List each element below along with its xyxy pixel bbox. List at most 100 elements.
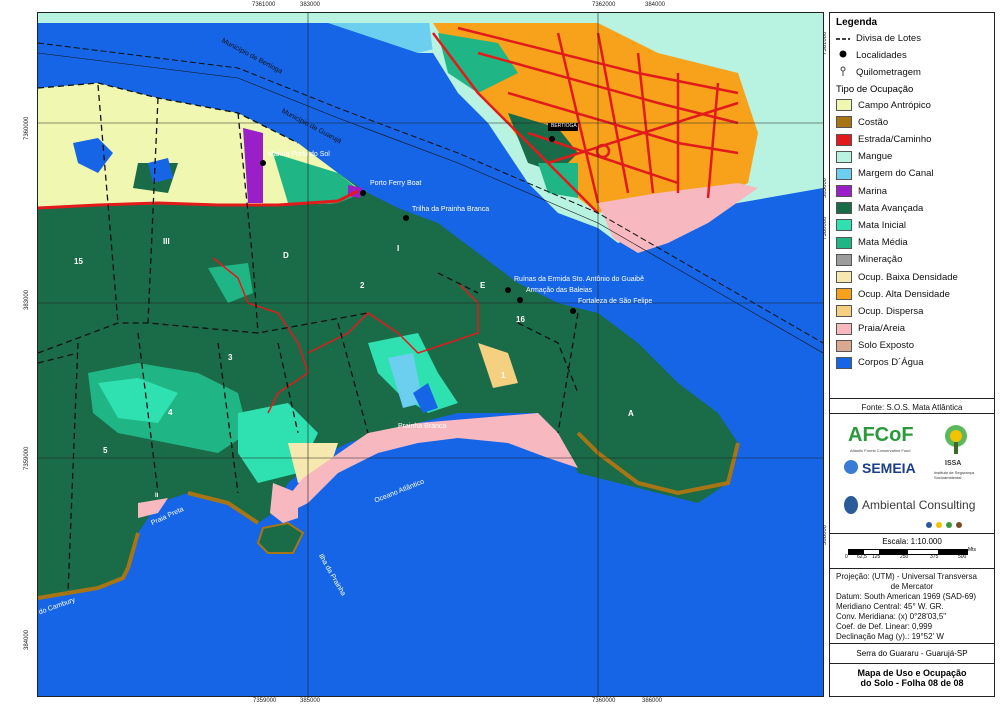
scale-unit: Mts: [968, 547, 977, 553]
zone-label: 4: [168, 408, 173, 417]
legend-item: Ocup. Baixa Densidade: [836, 268, 994, 285]
legend-item: Solo Exposto: [836, 337, 994, 354]
fonte-text: Fonte: S.O.S. Mata Atlântica: [861, 403, 963, 412]
legend-item-label: Ocup. Alta Densidade: [858, 288, 950, 300]
legend-item: Marina: [836, 183, 994, 200]
zone-label: III: [163, 237, 170, 246]
zone-label: 16: [516, 315, 525, 324]
grid-tick-bottom: 386000: [642, 698, 663, 704]
zone-label: II: [155, 493, 159, 499]
scale-tick: 375: [930, 554, 939, 560]
legend-swatch: [836, 288, 852, 301]
legend-item-label: Ocup. Baixa Densidade: [858, 271, 958, 283]
legend-symbol-row: Localidades: [836, 47, 994, 64]
legend-symbol-row: Divisa de Lotes: [836, 30, 994, 47]
tipo-ocupacao-title: Tipo de Ocupação: [836, 83, 914, 95]
legend-item-label: Solo Exposto: [858, 340, 914, 352]
ambiental-logo-icon: [844, 496, 858, 514]
scale-area: Escala: 1:10.000 0 62,5 125 250 375 500 …: [830, 533, 994, 566]
afcof-logo: AFCoF: [848, 424, 914, 446]
legend-panel: Legenda Divisa de Lotes Localidades Quil…: [829, 12, 995, 697]
margem-canal: [38, 23, 458, 53]
grid-tick-top: 383000: [300, 2, 321, 8]
legend-item-label: Mata Inicial: [858, 219, 907, 231]
grid-tick-left: 384000: [24, 629, 30, 650]
projecao-line: Conv. Meridiana: (x) 0°28'03,5": [836, 612, 947, 621]
zone-label: D: [283, 251, 289, 260]
legend-item: Mata Avançada: [836, 200, 994, 217]
legend-item: Mangue: [836, 148, 994, 165]
map-sheet: 7361000 383000 7362000 384000 7359000 38…: [0, 0, 1000, 708]
legend-item: Ocup. Dispersa: [836, 303, 994, 320]
legend-item-label: Marina: [858, 185, 888, 197]
legend-swatch: [836, 99, 852, 112]
armacao-label: Armação das Baleias: [526, 287, 593, 294]
issa-label: ISSA: [945, 460, 962, 467]
zone-label: A: [628, 409, 634, 418]
scale-tick: 0: [845, 554, 848, 560]
legend-item-label: Praia/Areia: [858, 323, 905, 335]
legend-item-label: Margem do Canal: [858, 168, 934, 180]
grid-tick-bottom: 7359000: [253, 698, 277, 704]
projecao-line: Datum: South American 1969 (SAD-69): [836, 592, 977, 601]
bertioga-town-label: BERTIOGA: [551, 123, 577, 129]
legend-item: Mata Inicial: [836, 217, 994, 234]
legend-swatch: [836, 219, 852, 232]
scale-tick: 250: [900, 554, 909, 560]
legend-item: Estrada/Caminho: [836, 131, 994, 148]
issa-logo-icon: [940, 422, 972, 462]
grid-tick-top: 7362000: [592, 2, 616, 8]
zone-label: 15: [74, 257, 83, 266]
map-canvas: [38, 13, 823, 696]
ilha-da-prainha: [256, 521, 305, 554]
legend-swatch: [836, 322, 852, 335]
km-marker-icon: [836, 66, 850, 79]
legend-item-label: Mineração: [858, 254, 903, 266]
projection-info: Projeção: (UTM) - Universal Transversa d…: [830, 568, 994, 644]
projecao-line: Meridiano Central: 45° W. GR.: [836, 602, 944, 611]
legend-item-label: Ocup. Dispersa: [858, 305, 924, 317]
trilha-label: Trilha da Prainha Branca: [412, 206, 490, 213]
map-title-block: Mapa de Uso e Ocupação do Solo - Folha 0…: [830, 663, 994, 697]
legend-item: Mineração: [836, 251, 994, 268]
legend-item-label: Mata Avançada: [858, 202, 924, 214]
afcof-subtitle: Atlantic Forest Conservation Fund: [850, 448, 911, 453]
legend-symbol-label: Divisa de Lotes: [856, 33, 921, 45]
legend-item: Mata Média: [836, 234, 994, 251]
projecao-line: Declinação Mag (y).: 19°52' W: [836, 632, 944, 641]
map-title-line: do Solo - Folha 08 de 08: [860, 678, 964, 688]
legend-swatch: [836, 116, 852, 129]
legend-swatch: [836, 271, 852, 284]
legend-item-label: Mangue: [858, 151, 893, 163]
semeia-logo: SEMEIA: [862, 460, 916, 476]
grid-tick-left: 7359000: [24, 446, 30, 470]
grid-tick-left: 383000: [24, 289, 30, 310]
grid-tick-bottom: 7360000: [592, 698, 616, 704]
grid-tick-top: 384000: [645, 2, 666, 8]
legend-item: Praia/Areia: [836, 320, 994, 337]
legend-symbol-label: Localidades: [856, 50, 907, 62]
legend-items: Campo Antrópico Costão Estrada/Caminho Mang…: [830, 97, 994, 372]
fortaleza-label: Fortaleza de São Felipe: [578, 298, 653, 305]
legend-item-label: Costão: [858, 116, 889, 128]
ambiental-dots-icon: [925, 516, 965, 528]
legend-title: Legenda: [836, 17, 878, 28]
ruinas-label: Ruínas da Ermida Sto. Antônio do Guaibê: [514, 276, 644, 283]
legend-swatch: [836, 150, 852, 163]
legend-swatch: [836, 185, 852, 198]
zone-label: I: [397, 244, 400, 253]
legend-item: Costão: [836, 114, 994, 131]
local-text: Serra do Guararu - Guarujá-SP: [856, 649, 968, 658]
projecao-line: Projeção: (UTM) - Universal Transversa: [836, 572, 977, 581]
escala-label: Escala: 1:10.000: [882, 537, 942, 546]
legend-item: Margem do Canal: [836, 165, 994, 182]
zone-label: E: [480, 281, 486, 290]
grid-tick-top: 7361000: [252, 2, 276, 8]
grid-tick-left: 7360000: [24, 116, 30, 140]
zone-label: 5: [103, 446, 108, 455]
legend-item-label: Mata Média: [858, 237, 908, 249]
legend-item-label: Campo Antrópico: [858, 99, 931, 111]
projecao-line: de Mercator: [890, 582, 934, 591]
legend-symbol-label: Quilometragem: [856, 67, 921, 79]
legend-item: Ocup. Alta Densidade: [836, 286, 994, 303]
